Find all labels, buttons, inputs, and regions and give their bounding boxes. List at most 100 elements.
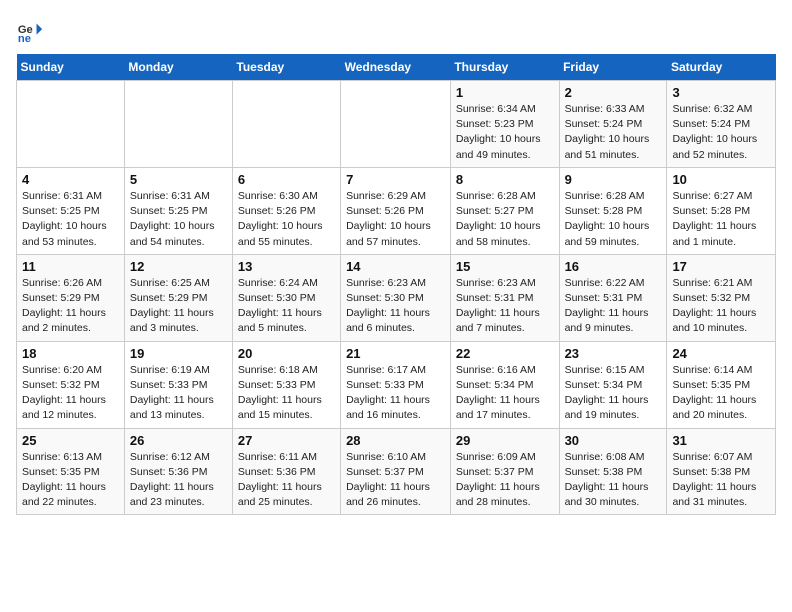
day-info: Sunrise: 6:23 AM Sunset: 5:31 PM Dayligh…: [456, 276, 554, 337]
calendar-cell: 22 Sunrise: 6:16 AM Sunset: 5:34 PM Dayli…: [450, 341, 559, 428]
day-info: Sunrise: 6:17 AM Sunset: 5:33 PM Dayligh…: [346, 363, 445, 424]
calendar-cell: 16Sunrise: 6:22 AM Sunset: 5:31 PM Dayli…: [559, 254, 667, 341]
calendar-week-row: 4 Sunrise: 6:31 AM Sunset: 5:25 PM Daylig…: [17, 167, 776, 254]
day-info: Sunrise: 6:08 AM Sunset: 5:38 PM Dayligh…: [565, 450, 662, 511]
calendar-cell: 12Sunrise: 6:25 AM Sunset: 5:29 PM Dayli…: [124, 254, 232, 341]
calendar-cell: [17, 81, 125, 168]
calendar-cell: [232, 81, 340, 168]
header-row: SundayMondayTuesdayWednesdayThursdayFrid…: [17, 54, 776, 81]
day-info: Sunrise: 6:31 AM Sunset: 5:25 PM Dayligh…: [130, 189, 227, 250]
svg-text:ne: ne: [18, 33, 31, 44]
day-number: 25: [22, 433, 119, 448]
header-day: Monday: [124, 54, 232, 81]
day-info: Sunrise: 6:13 AM Sunset: 5:35 PM Dayligh…: [22, 450, 119, 511]
day-info: Sunrise: 6:20 AM Sunset: 5:32 PM Dayligh…: [22, 363, 119, 424]
day-info: Sunrise: 6:29 AM Sunset: 5:26 PM Dayligh…: [346, 189, 445, 250]
calendar-cell: 28 Sunrise: 6:10 AM Sunset: 5:37 PM Dayli…: [341, 428, 451, 515]
page-header: Ge ne: [16, 16, 776, 44]
calendar-cell: 7Sunrise: 6:29 AM Sunset: 5:26 PM Daylig…: [341, 167, 451, 254]
day-info: Sunrise: 6:09 AM Sunset: 5:37 PM Dayligh…: [456, 450, 554, 511]
day-number: 26: [130, 433, 227, 448]
calendar-cell: 14 Sunrise: 6:23 AM Sunset: 5:30 PM Dayli…: [341, 254, 451, 341]
day-info: Sunrise: 6:26 AM Sunset: 5:29 PM Dayligh…: [22, 276, 119, 337]
day-number: 24: [672, 346, 770, 361]
day-number: 13: [238, 259, 335, 274]
day-info: Sunrise: 6:19 AM Sunset: 5:33 PM Dayligh…: [130, 363, 227, 424]
header-day: Sunday: [17, 54, 125, 81]
calendar-cell: 30 Sunrise: 6:08 AM Sunset: 5:38 PM Dayli…: [559, 428, 667, 515]
calendar-cell: 13 Sunrise: 6:24 AM Sunset: 5:30 PM Dayli…: [232, 254, 340, 341]
day-number: 2: [565, 85, 662, 100]
day-number: 28: [346, 433, 445, 448]
calendar-cell: 8Sunrise: 6:28 AM Sunset: 5:27 PM Daylig…: [450, 167, 559, 254]
day-info: Sunrise: 6:27 AM Sunset: 5:28 PM Dayligh…: [672, 189, 770, 250]
day-number: 29: [456, 433, 554, 448]
header-day: Friday: [559, 54, 667, 81]
header-day: Thursday: [450, 54, 559, 81]
day-number: 3: [672, 85, 770, 100]
day-info: Sunrise: 6:32 AM Sunset: 5:24 PM Dayligh…: [672, 102, 770, 163]
calendar-cell: 4 Sunrise: 6:31 AM Sunset: 5:25 PM Daylig…: [17, 167, 125, 254]
day-info: Sunrise: 6:11 AM Sunset: 5:36 PM Dayligh…: [238, 450, 335, 511]
day-info: Sunrise: 6:14 AM Sunset: 5:35 PM Dayligh…: [672, 363, 770, 424]
calendar-header: SundayMondayTuesdayWednesdayThursdayFrid…: [17, 54, 776, 81]
day-info: Sunrise: 6:10 AM Sunset: 5:37 PM Dayligh…: [346, 450, 445, 511]
calendar-cell: 6 Sunrise: 6:30 AM Sunset: 5:26 PM Daylig…: [232, 167, 340, 254]
day-number: 18: [22, 346, 119, 361]
day-number: 22: [456, 346, 554, 361]
day-info: Sunrise: 6:23 AM Sunset: 5:30 PM Dayligh…: [346, 276, 445, 337]
day-number: 20: [238, 346, 335, 361]
calendar-cell: 9 Sunrise: 6:28 AM Sunset: 5:28 PM Daylig…: [559, 167, 667, 254]
calendar-cell: 21 Sunrise: 6:17 AM Sunset: 5:33 PM Dayli…: [341, 341, 451, 428]
day-number: 9: [565, 172, 662, 187]
calendar-week-row: 25 Sunrise: 6:13 AM Sunset: 5:35 PM Dayli…: [17, 428, 776, 515]
calendar-cell: 23 Sunrise: 6:15 AM Sunset: 5:34 PM Dayli…: [559, 341, 667, 428]
day-info: Sunrise: 6:24 AM Sunset: 5:30 PM Dayligh…: [238, 276, 335, 337]
calendar-week-row: 11 Sunrise: 6:26 AM Sunset: 5:29 PM Dayli…: [17, 254, 776, 341]
day-info: Sunrise: 6:31 AM Sunset: 5:25 PM Dayligh…: [22, 189, 119, 250]
day-info: Sunrise: 6:16 AM Sunset: 5:34 PM Dayligh…: [456, 363, 554, 424]
day-number: 8: [456, 172, 554, 187]
header-day: Saturday: [667, 54, 776, 81]
day-info: Sunrise: 6:18 AM Sunset: 5:33 PM Dayligh…: [238, 363, 335, 424]
day-info: Sunrise: 6:21 AM Sunset: 5:32 PM Dayligh…: [672, 276, 770, 337]
calendar-cell: 31 Sunrise: 6:07 AM Sunset: 5:38 PM Dayli…: [667, 428, 776, 515]
calendar-cell: 5Sunrise: 6:31 AM Sunset: 5:25 PM Daylig…: [124, 167, 232, 254]
day-number: 6: [238, 172, 335, 187]
day-info: Sunrise: 6:07 AM Sunset: 5:38 PM Dayligh…: [672, 450, 770, 511]
calendar-cell: 20 Sunrise: 6:18 AM Sunset: 5:33 PM Dayli…: [232, 341, 340, 428]
calendar-cell: 3 Sunrise: 6:32 AM Sunset: 5:24 PM Daylig…: [667, 81, 776, 168]
calendar-cell: 11 Sunrise: 6:26 AM Sunset: 5:29 PM Dayli…: [17, 254, 125, 341]
calendar-cell: 17 Sunrise: 6:21 AM Sunset: 5:32 PM Dayli…: [667, 254, 776, 341]
calendar-cell: 15 Sunrise: 6:23 AM Sunset: 5:31 PM Dayli…: [450, 254, 559, 341]
day-number: 31: [672, 433, 770, 448]
day-number: 12: [130, 259, 227, 274]
day-number: 11: [22, 259, 119, 274]
logo-icon: Ge ne: [16, 16, 44, 44]
day-number: 17: [672, 259, 770, 274]
day-number: 19: [130, 346, 227, 361]
day-number: 1: [456, 85, 554, 100]
calendar-cell: [124, 81, 232, 168]
day-number: 16: [565, 259, 662, 274]
calendar-cell: 27Sunrise: 6:11 AM Sunset: 5:36 PM Dayli…: [232, 428, 340, 515]
day-number: 30: [565, 433, 662, 448]
day-number: 10: [672, 172, 770, 187]
day-info: Sunrise: 6:28 AM Sunset: 5:28 PM Dayligh…: [565, 189, 662, 250]
header-day: Tuesday: [232, 54, 340, 81]
calendar-cell: 25 Sunrise: 6:13 AM Sunset: 5:35 PM Dayli…: [17, 428, 125, 515]
day-info: Sunrise: 6:33 AM Sunset: 5:24 PM Dayligh…: [565, 102, 662, 163]
calendar-cell: 2 Sunrise: 6:33 AM Sunset: 5:24 PM Daylig…: [559, 81, 667, 168]
calendar-cell: 29 Sunrise: 6:09 AM Sunset: 5:37 PM Dayli…: [450, 428, 559, 515]
day-number: 21: [346, 346, 445, 361]
day-number: 23: [565, 346, 662, 361]
day-number: 14: [346, 259, 445, 274]
day-number: 4: [22, 172, 119, 187]
calendar-cell: 26 Sunrise: 6:12 AM Sunset: 5:36 PM Dayli…: [124, 428, 232, 515]
day-number: 15: [456, 259, 554, 274]
day-info: Sunrise: 6:34 AM Sunset: 5:23 PM Dayligh…: [456, 102, 554, 163]
day-info: Sunrise: 6:30 AM Sunset: 5:26 PM Dayligh…: [238, 189, 335, 250]
calendar-cell: 18 Sunrise: 6:20 AM Sunset: 5:32 PM Dayli…: [17, 341, 125, 428]
day-info: Sunrise: 6:15 AM Sunset: 5:34 PM Dayligh…: [565, 363, 662, 424]
day-info: Sunrise: 6:12 AM Sunset: 5:36 PM Dayligh…: [130, 450, 227, 511]
